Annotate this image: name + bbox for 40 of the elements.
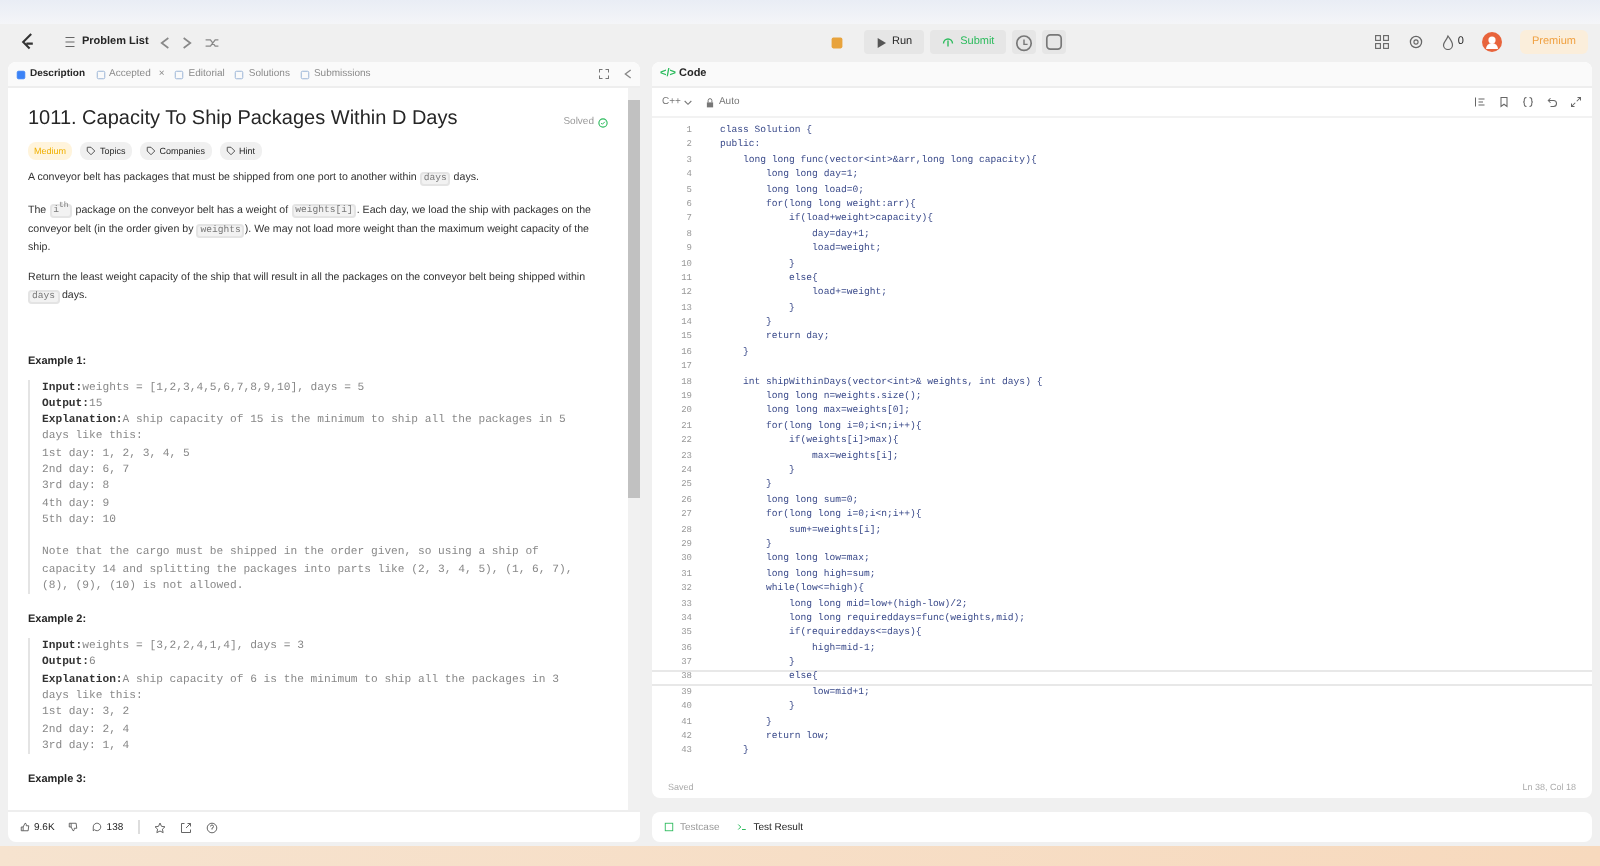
shuffle-icon[interactable] bbox=[204, 35, 221, 49]
star-icon[interactable] bbox=[153, 821, 166, 833]
lock-icon bbox=[706, 97, 715, 107]
share-icon[interactable] bbox=[179, 821, 192, 833]
tag-icon bbox=[145, 146, 156, 156]
check-circle-icon bbox=[598, 117, 608, 127]
upload-icon bbox=[942, 36, 955, 48]
help-icon[interactable] bbox=[205, 821, 218, 833]
chevron-left-icon[interactable] bbox=[160, 35, 171, 49]
checkbox-icon bbox=[664, 822, 674, 832]
note-icon[interactable] bbox=[1042, 30, 1067, 54]
list-icon bbox=[64, 36, 76, 48]
tab-icon bbox=[95, 69, 106, 79]
scrollbar[interactable] bbox=[628, 88, 640, 810]
comment-icon bbox=[92, 822, 103, 832]
tab-icon bbox=[16, 69, 26, 79]
problem-title: 1011. Capacity To Ship Packages Within D Days bbox=[28, 108, 458, 130]
fullscreen-icon[interactable] bbox=[1570, 96, 1582, 108]
bookmark-icon[interactable] bbox=[1498, 96, 1510, 108]
avatar-icon[interactable] bbox=[1481, 32, 1502, 52]
tag-icon bbox=[86, 146, 97, 156]
grid-icon[interactable] bbox=[1373, 34, 1390, 50]
chevron-right-icon[interactable] bbox=[182, 35, 193, 49]
tag-icon bbox=[225, 146, 236, 156]
thumbs-up-icon bbox=[20, 822, 30, 832]
play-icon bbox=[876, 37, 886, 47]
settings-icon[interactable] bbox=[1407, 34, 1424, 50]
terminal-icon bbox=[735, 822, 748, 832]
tab-icon bbox=[234, 69, 245, 79]
format-icon[interactable] bbox=[1474, 96, 1486, 108]
caret-icon bbox=[684, 99, 693, 105]
alarm-clock-icon[interactable] bbox=[1012, 30, 1037, 54]
logo-icon[interactable] bbox=[20, 32, 36, 52]
tab-icon bbox=[174, 69, 185, 79]
expand-icon[interactable] bbox=[598, 68, 610, 80]
collapse-icon[interactable] bbox=[624, 68, 632, 80]
dislike-icon[interactable] bbox=[68, 822, 79, 832]
tab-icon bbox=[299, 69, 310, 79]
undo-icon[interactable] bbox=[1546, 96, 1558, 108]
braces-icon[interactable] bbox=[1522, 96, 1534, 108]
